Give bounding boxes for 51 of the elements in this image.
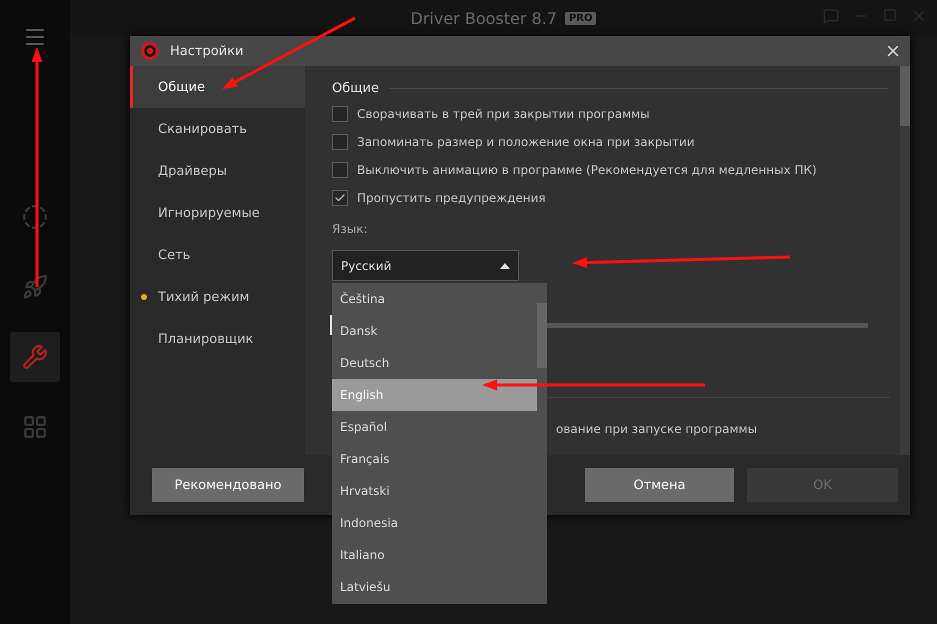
nav-item[interactable]: Планировщик [130,318,305,360]
nav-item[interactable]: Сканировать [130,108,305,150]
nav-item[interactable]: Сеть [130,234,305,276]
nav-label: Тихий режим [158,290,250,304]
language-option[interactable]: Latviešu [332,571,537,603]
feedback-icon[interactable] [823,8,839,24]
language-option[interactable]: Indonesia [332,507,537,539]
nav-label: Сканировать [158,122,247,136]
nav-label: Игнорируемые [158,206,260,220]
language-option[interactable]: Español [332,411,537,443]
option-label: Сворачивать в трей при закрытии программы [357,107,650,121]
nav-label: Планировщик [158,332,254,346]
check-icon [334,192,346,204]
language-option[interactable]: Français [332,443,537,475]
logo-icon [140,41,160,61]
language-option[interactable]: Italiano [332,539,537,571]
scrollbar[interactable] [900,66,910,455]
option-label: Запоминать размер и положение окна при закрытии [357,135,695,149]
grid-icon [22,414,48,440]
nav-item[interactable]: Общие [130,66,305,108]
language-option[interactable]: Čeština [332,283,537,315]
language-option[interactable]: Hrvatski [332,475,537,507]
language-option[interactable]: Dansk [332,315,537,347]
tools-button[interactable] [10,332,60,382]
tools-icon [22,344,48,370]
option-label: Выключить анимацию в программе (Рекомендуется для медленных ПК) [357,163,817,177]
option-label: Пропустить предупреждения [357,191,546,205]
nav-label: Общие [158,80,205,94]
language-label: Язык: [332,222,368,238]
nav-item[interactable]: Тихий режим [130,276,305,318]
nav-label: Сеть [158,248,190,262]
maximize-icon[interactable] [883,8,897,22]
caret-icon [500,262,510,268]
ring-icon [22,204,48,230]
pro-badge: PRO [564,12,596,24]
nav-item[interactable]: Драйверы [130,150,305,192]
dialog-title: Настройки [170,44,244,58]
nav-item[interactable]: Игнорируемые [130,192,305,234]
checkbox[interactable] [332,106,348,122]
section-title: Общие [332,80,379,96]
app-title: Driver Booster 8.7 [410,8,557,28]
nav-label: Драйверы [158,164,227,178]
checkbox[interactable] [332,134,348,150]
rocket-icon [22,274,48,300]
cancel-button[interactable]: Отмена [584,468,734,502]
recommended-button[interactable]: Рекомендовано [152,468,304,502]
checkbox[interactable] [332,162,348,178]
language-option[interactable]: Deutsch [332,347,537,379]
option-label: ование при запуске программы [556,422,758,436]
checkbox[interactable] [332,190,348,206]
language-select[interactable]: Русский [332,250,519,281]
